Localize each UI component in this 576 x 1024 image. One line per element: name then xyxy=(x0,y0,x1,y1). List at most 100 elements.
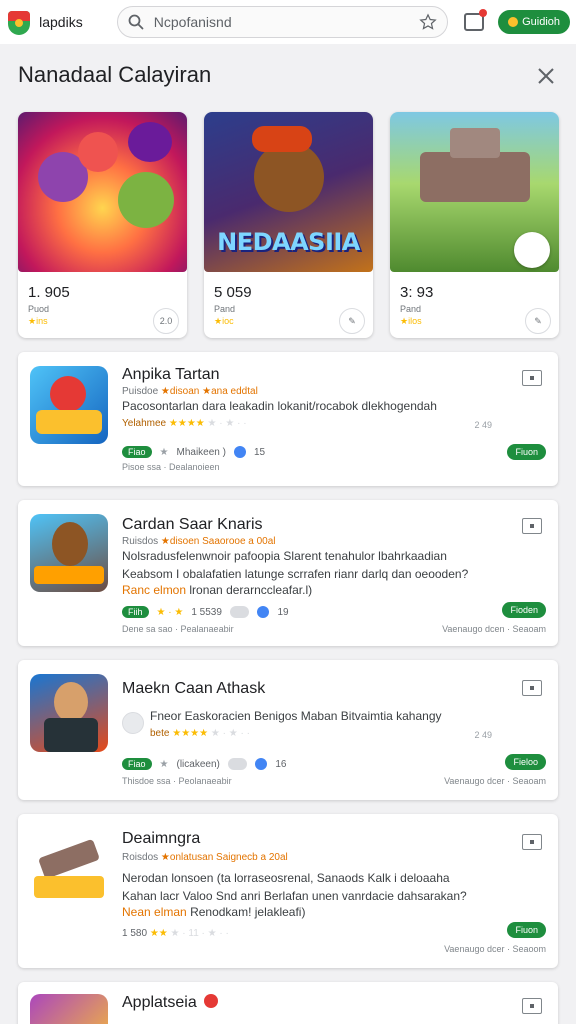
bookmark-icon[interactable] xyxy=(522,518,542,534)
subtitle-lead: Puisdoe xyxy=(122,386,159,397)
search-placeholder: Ncpofanisnd xyxy=(153,14,232,30)
featured-rating: ★ilos xyxy=(400,316,422,326)
featured-row: 1. 905 Puod ★ins 2.0 NEDAASIIA 5 059 Pan… xyxy=(18,112,559,338)
app-subtitle: Roisdos ★onlatusan Saignecb a 20al xyxy=(122,852,288,863)
subtitle-lead: Roisdos xyxy=(122,852,159,863)
star-icon: ★ xyxy=(159,446,169,458)
get-button[interactable]: Guidioh xyxy=(498,10,570,34)
meta-pill-gray xyxy=(229,606,250,618)
featured-rating: ★ioc xyxy=(214,316,234,326)
bookmark-icon[interactable] xyxy=(522,834,542,850)
app-description-2: Keabsom I obalafatien latunge scrrafen r… xyxy=(122,567,469,581)
featured-number: 1. 905 xyxy=(28,284,70,301)
app-description-2: Kahan lacr Valoo Snd anri Berlafan unen … xyxy=(122,889,467,903)
bookmark-icon[interactable] xyxy=(522,680,542,696)
top-bar: lapdiks Ncpofanisnd Guidioh xyxy=(0,0,576,44)
app-thumbnail xyxy=(30,674,108,752)
app-meta: Fiih ★ · ★ 1 5539 19 xyxy=(122,606,289,618)
list-card[interactable]: Anpika Tartan Puisdoe ★disoan ★ana eddta… xyxy=(18,352,558,486)
overlay-button[interactable] xyxy=(514,232,550,268)
featured-card[interactable]: 1. 905 Puod ★ins 2.0 xyxy=(18,112,187,338)
install-button[interactable]: Fiuon xyxy=(507,922,546,938)
install-button[interactable]: Fioden xyxy=(502,602,546,618)
install-button[interactable]: Fieloo xyxy=(505,754,546,770)
bookmark-icon[interactable] xyxy=(522,370,542,386)
app-foot: Thisdoe ssa · Peolanaeabir xyxy=(122,776,232,786)
app-thumbnail xyxy=(30,828,108,906)
meta-text: 1 5539 xyxy=(191,606,222,618)
app-foot: Dene sa sao · Pealanaeabir xyxy=(122,624,234,634)
subtitle-lead: Ruisdos xyxy=(122,536,159,547)
share-icon[interactable]: ✎ xyxy=(525,308,551,334)
app-foot-right: Vaenaugo dcer · Seaoom xyxy=(444,944,546,954)
desc-highlight: Ranc elmon xyxy=(122,583,187,597)
desc-tail: Renodkam! jelakleafi) xyxy=(190,905,306,919)
featured-card[interactable]: 3: 93 Pand ★ilos ✎ xyxy=(390,112,559,338)
app-foot-right: Vaenaugo dcen · Seaoam xyxy=(442,624,546,634)
list-card[interactable]: Maekn Caan Athask Fneor Easkoracien Beni… xyxy=(18,660,558,800)
app-subtitle: Puisdoe ★disoan ★ana eddtal xyxy=(122,386,258,397)
app-description: Nerodan lonsoen (ta lorraseosrenal, Sana… xyxy=(122,871,450,885)
app-description: Pacosontarlan dara leakadin lokanit/roca… xyxy=(122,399,437,413)
app-logo[interactable] xyxy=(6,9,31,35)
rating-label: 1 580 xyxy=(122,928,148,939)
verified-icon xyxy=(257,606,270,618)
app-meta: Fiao ★ Mhaikeen ) 15 xyxy=(122,446,265,458)
app-description: Fneor Easkoracien Benigos Maban Bitvaimt… xyxy=(150,709,442,723)
meta-pill: Fiao xyxy=(122,446,152,458)
app-thumbnail xyxy=(30,366,108,444)
featured-rating: ★ins xyxy=(28,316,48,326)
app-name: lapdiks xyxy=(39,14,83,30)
featured-art xyxy=(18,112,187,272)
list-card[interactable]: Applatseia xyxy=(18,982,558,1024)
rating-stars: ★★★★ xyxy=(172,728,209,739)
featured-art: NEDAASIIA xyxy=(204,112,373,272)
bookmark-icon[interactable] xyxy=(522,998,542,1014)
close-icon[interactable] xyxy=(534,64,558,88)
desc-tail: lronan derarnccleafar.l) xyxy=(189,583,313,597)
subtitle-highlight: ★disoen Saaorooe a 00al xyxy=(160,536,276,547)
meta-text: (licakeen) xyxy=(176,758,220,770)
app-foot-right: Vaenaugo dcer · Seaoam xyxy=(444,776,546,786)
featured-card[interactable]: NEDAASIIA 5 059 Pand ★ioc ✎ xyxy=(204,112,373,338)
get-button-label: Guidioh xyxy=(522,16,560,28)
featured-category: Pand xyxy=(214,304,236,314)
featured-art-title: NEDAASIIA xyxy=(217,228,360,256)
app-title: Cardan Saar Knaris xyxy=(122,516,263,533)
verified-icon xyxy=(233,446,246,458)
search-icon xyxy=(128,14,144,30)
meta-pill: Fiao xyxy=(122,758,152,770)
app-title: Deaimngra xyxy=(122,830,201,847)
subtitle-highlight: ★onlatusan Saignecb a 20al xyxy=(160,852,288,863)
rating-stars: ★★★★ xyxy=(168,418,205,429)
app-foot: Pisoe ssa · Dealanoieen xyxy=(122,462,220,472)
right-number: 2 49 xyxy=(474,420,492,430)
avatar xyxy=(122,712,144,734)
app-subtitle: Ruisdos ★disoen Saaorooe a 00al xyxy=(122,536,276,547)
list-card[interactable]: Deaimngra Roisdos ★onlatusan Saignecb a … xyxy=(18,814,558,968)
install-button[interactable]: Fiuon xyxy=(507,444,546,460)
app-rating: bete ★★★★ ★ · ★ · · xyxy=(150,728,250,739)
rating-dim: ★ · ★ · · xyxy=(210,728,250,739)
share-icon[interactable]: ✎ xyxy=(339,308,365,334)
app-rating: 1 580 ★★ ★ · 11 · ★ · · xyxy=(122,928,229,939)
meta-pill-gray xyxy=(227,758,248,770)
verified-icon xyxy=(255,758,268,770)
app-title: Anpika Tartan xyxy=(122,366,220,383)
app-description-3: Ranc elmon lronan derarnccleafar.l) xyxy=(122,582,502,599)
rating-stars: ★ · ★ xyxy=(156,606,184,618)
featured-badge[interactable]: 2.0 xyxy=(153,308,179,334)
star-icon[interactable] xyxy=(419,13,437,31)
badge-icon xyxy=(204,994,218,1008)
rating-stars: ★★ xyxy=(149,928,168,939)
notification-icon[interactable] xyxy=(464,9,488,31)
featured-number: 3: 93 xyxy=(400,284,434,301)
app-title: Maekn Caan Athask xyxy=(122,680,266,697)
meta-count: 19 xyxy=(277,606,289,618)
app-description-3: Nean elman Renodkam! jelakleafi) xyxy=(122,904,502,921)
app-thumbnail xyxy=(30,994,108,1024)
search-bar[interactable]: Ncpofanisnd xyxy=(116,6,449,38)
meta-text: Mhaikeen ) xyxy=(176,446,226,458)
app-title: Applatseia xyxy=(122,994,197,1011)
list-card[interactable]: Cardan Saar Knaris Ruisdos ★disoen Saaor… xyxy=(18,500,558,646)
